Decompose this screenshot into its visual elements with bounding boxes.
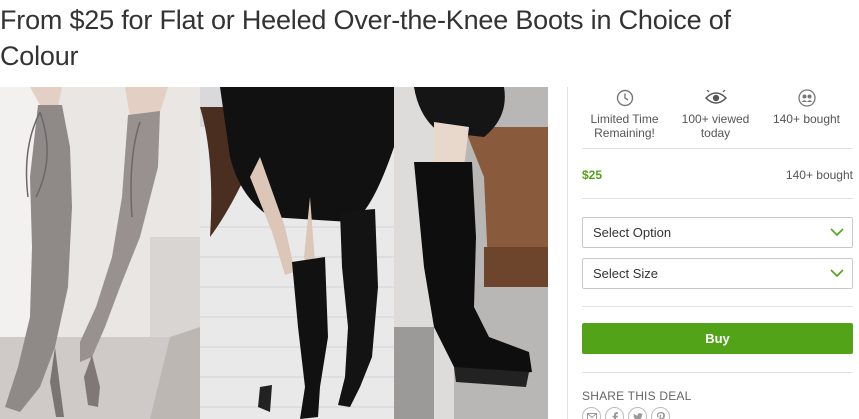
stat-label: 100+ viewed today [681,112,750,140]
divider [582,148,853,149]
buy-button[interactable]: Buy [582,323,853,354]
stat-bought: 140+ bought [761,87,852,140]
deal-price: $25 [582,168,603,182]
stat-label: Limited Time Remaining! [590,112,659,140]
product-photo-flat-boot[interactable] [394,87,548,419]
chevron-down-icon [830,225,844,240]
facebook-icon[interactable] [605,407,624,419]
option-select-value: Select Option [593,225,672,240]
twitter-icon[interactable] [628,407,647,419]
size-select[interactable]: Select Size [582,258,853,289]
deal-sidebar: Limited Time Remaining! 100+ viewed toda… [567,87,853,419]
email-icon[interactable] [582,407,601,419]
deal-title: From $25 for Flat or Heeled Over-the-Kne… [0,5,731,71]
product-photo-black-boots[interactable] [200,87,394,419]
share-icons [582,407,670,419]
chevron-down-icon [830,266,844,281]
share-title: SHARE THIS DEAL [582,389,692,403]
pinterest-icon[interactable] [651,407,670,419]
eye-icon [670,87,761,109]
deal-stats: Limited Time Remaining! 100+ viewed toda… [579,87,853,140]
stat-viewed: 100+ viewed today [670,87,761,140]
divider [582,306,853,307]
clock-icon [579,87,670,109]
divider [582,198,853,199]
people-icon [761,87,852,109]
product-gallery [0,87,548,419]
size-select-value: Select Size [593,266,659,281]
sidebar-divider [567,87,568,419]
option-select[interactable]: Select Option [582,217,853,248]
product-photo-grey-boot[interactable] [0,87,200,419]
divider [582,372,853,373]
stat-label: 140+ bought [772,112,841,126]
stat-time-remaining: Limited Time Remaining! [579,87,670,140]
bought-count: 140+ bought [785,168,853,182]
price-row: $25 140+ bought [582,168,853,182]
